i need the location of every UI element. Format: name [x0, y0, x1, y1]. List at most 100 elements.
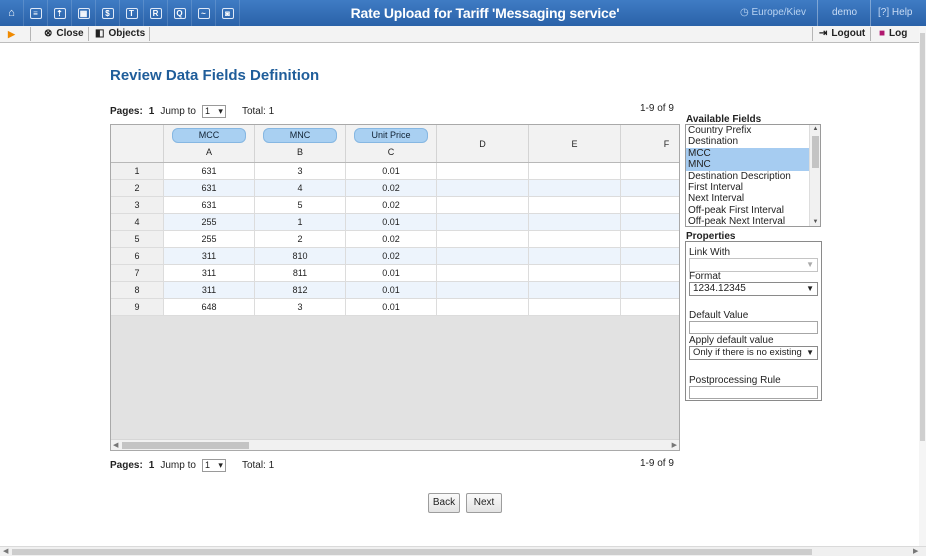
- scroll-right-icon[interactable]: ▶: [672, 440, 677, 450]
- format-select[interactable]: 1234.12345 ▼: [689, 282, 818, 296]
- scroll-up-icon[interactable]: ▲: [810, 126, 820, 132]
- list-item[interactable]: Off-peak First Interval: [686, 205, 810, 216]
- jump-to-label: Jump to: [160, 105, 196, 117]
- column-header[interactable]: E: [529, 125, 621, 162]
- table-row[interactable]: 3 631 5 0.02: [111, 197, 679, 214]
- page-vertical-scrollbar[interactable]: [919, 26, 926, 546]
- chart-icon-button[interactable]: ~: [192, 0, 216, 26]
- objects-button[interactable]: ◧ Objects: [95, 26, 145, 42]
- list-item[interactable]: Off-peak Next Interval: [686, 216, 810, 226]
- camera-icon-button[interactable]: ◙: [216, 0, 240, 26]
- list-item[interactable]: First Interval: [686, 182, 810, 193]
- table-row[interactable]: 1 631 3 0.01: [111, 163, 679, 180]
- scroll-down-icon[interactable]: ▼: [810, 219, 820, 225]
- postprocessing-input[interactable]: [689, 386, 818, 399]
- rates-icon-button[interactable]: $: [96, 0, 120, 26]
- default-value-input[interactable]: [689, 321, 818, 334]
- apply-default-label: Apply default value: [689, 335, 774, 346]
- table-row[interactable]: 8 311 812 0.01: [111, 282, 679, 299]
- column-header[interactable]: MNC B: [255, 125, 346, 162]
- row-number-cell: 6: [111, 248, 164, 265]
- table-row[interactable]: 7 311 811 0.01: [111, 265, 679, 282]
- table-row[interactable]: 9 648 3 0.01: [111, 299, 679, 316]
- table-cell: [621, 299, 679, 316]
- log-icon: ■: [879, 28, 886, 39]
- row-number-cell: 5: [111, 231, 164, 248]
- user-label[interactable]: demo: [832, 0, 857, 26]
- available-fields-list[interactable]: Country Prefix Destination MCC MNC Destinati…: [685, 124, 821, 227]
- pager-top: Pages: 1 Jump to 1 ▾ Total: 1: [110, 103, 274, 119]
- column-header[interactable]: D: [437, 125, 529, 162]
- pages-label: Pages:: [110, 105, 143, 117]
- table-icon-button[interactable]: R: [144, 0, 168, 26]
- link-with-select[interactable]: ▼: [689, 258, 818, 272]
- list-item[interactable]: Destination: [686, 136, 810, 147]
- table-cell: [437, 180, 529, 197]
- format-label: Format: [689, 271, 721, 282]
- back-button[interactable]: Back: [428, 493, 460, 513]
- table-row[interactable]: 6 311 810 0.02: [111, 248, 679, 265]
- chevron-down-icon: ▼: [806, 284, 814, 293]
- list-item[interactable]: Next Interval: [686, 193, 810, 204]
- close-button[interactable]: ⊗ Close: [44, 26, 84, 42]
- column-field-tag[interactable]: MNC: [263, 128, 337, 143]
- table-cell: 0.02: [346, 248, 437, 265]
- chevron-down-icon: ▼: [806, 260, 814, 269]
- table-row[interactable]: 4 255 1 0.01: [111, 214, 679, 231]
- grid-horizontal-scrollbar[interactable]: ◀ ▶: [111, 439, 679, 450]
- table-cell: [621, 231, 679, 248]
- row-number-cell: 1: [111, 163, 164, 180]
- table-cell: [621, 180, 679, 197]
- table-cell: [529, 248, 621, 265]
- page-number[interactable]: 1: [149, 106, 155, 117]
- page-number[interactable]: 1: [149, 460, 155, 471]
- header-divider: [817, 0, 818, 26]
- jump-to-select[interactable]: 1 ▾: [201, 104, 226, 118]
- grid-icon-button[interactable]: ▦: [72, 0, 96, 26]
- scrollbar-thumb[interactable]: [812, 136, 819, 168]
- table-cell: [437, 248, 529, 265]
- column-field-tag[interactable]: Unit Price: [354, 128, 428, 143]
- table-icon: R: [149, 7, 162, 19]
- column-field-tag[interactable]: MCC: [172, 128, 246, 143]
- chevron-down-icon: ▼: [806, 348, 814, 357]
- upload-icon-button[interactable]: ⇡: [48, 0, 72, 26]
- scrollbar-thumb[interactable]: [122, 442, 249, 449]
- scrollbar-thumb[interactable]: [920, 33, 925, 441]
- apply-default-select[interactable]: Only if there is no existing ▼: [689, 346, 818, 360]
- column-header[interactable]: Unit Price C: [346, 125, 437, 162]
- list-item[interactable]: MNC: [686, 159, 810, 171]
- list-item[interactable]: Country Prefix: [686, 125, 810, 136]
- column-header[interactable]: F: [621, 125, 679, 162]
- table-cell: [621, 248, 679, 265]
- table-cell: [437, 282, 529, 299]
- table-cell: [529, 197, 621, 214]
- table-row[interactable]: 2 631 4 0.02: [111, 180, 679, 197]
- home-icon-button[interactable]: ⌂: [0, 0, 24, 26]
- scroll-left-icon[interactable]: ◀: [113, 440, 118, 450]
- table-cell: 5: [255, 197, 346, 214]
- list-icon-button[interactable]: ≡: [24, 0, 48, 26]
- logout-button[interactable]: ⇥ Logout: [819, 26, 865, 42]
- scrollbar-thumb[interactable]: [12, 549, 812, 555]
- record-range-bottom: 1-9 of 9: [640, 458, 674, 469]
- list-item[interactable]: Destination Description: [686, 171, 810, 182]
- timezone-link[interactable]: ◷ Europe/Kiev: [740, 0, 806, 26]
- list-vertical-scrollbar[interactable]: ▲ ▼: [809, 125, 820, 226]
- table-cell: [529, 214, 621, 231]
- expand-arrow-button[interactable]: ▶: [8, 26, 15, 42]
- log-button[interactable]: ■ Log: [879, 26, 907, 42]
- tariff-icon-button[interactable]: T: [120, 0, 144, 26]
- list-item[interactable]: MCC: [686, 147, 810, 160]
- search-icon-button[interactable]: Q: [168, 0, 192, 26]
- page-horizontal-scrollbar[interactable]: ◀ ▶: [0, 546, 926, 556]
- column-header[interactable]: MCC A: [164, 125, 255, 162]
- chart-icon: ~: [197, 7, 210, 19]
- table-cell: 631: [164, 180, 255, 197]
- jump-to-select[interactable]: 1 ▾: [201, 458, 226, 472]
- jump-to-label: Jump to: [160, 459, 196, 471]
- table-row[interactable]: 5 255 2 0.02: [111, 231, 679, 248]
- help-link[interactable]: [?] Help: [878, 0, 912, 26]
- next-button[interactable]: Next: [466, 493, 502, 513]
- table-cell: 255: [164, 214, 255, 231]
